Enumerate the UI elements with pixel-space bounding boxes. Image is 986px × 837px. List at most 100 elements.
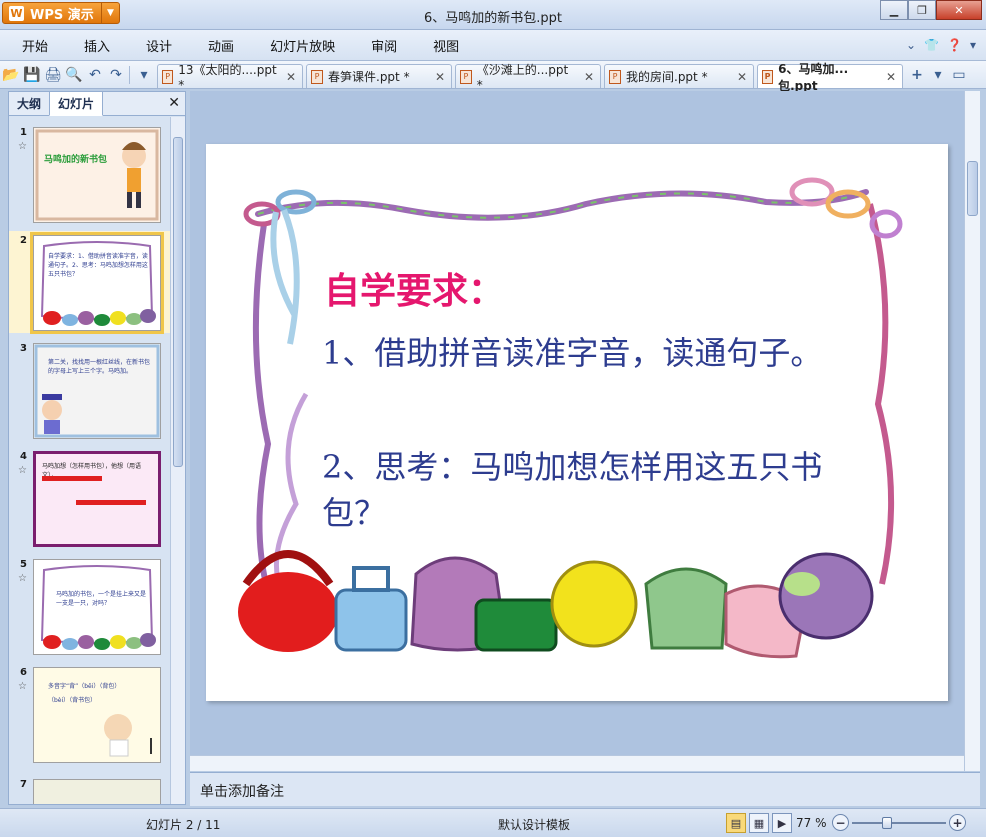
maximize-button[interactable]: ❐	[908, 0, 936, 20]
doc-tab-2[interactable]: P 春笋课件.ppt * ✕	[306, 64, 452, 88]
thumbnail-preview	[40, 241, 156, 326]
menu-insert[interactable]: 插入	[62, 36, 124, 55]
save-icon[interactable]: 💾	[22, 65, 42, 85]
undo-icon[interactable]: ↶	[85, 65, 105, 85]
open-folder-icon[interactable]: 📂	[1, 65, 21, 85]
animation-star-icon: ☆	[18, 465, 27, 476]
title-bar: W WPS 演示 ▼ 6、马鸣加的新书包.ppt ▁ ❐ ✕	[0, 0, 986, 30]
animation-star-icon: ☆	[18, 681, 27, 692]
slide-body-line-1[interactable]: 1、借助拼音读准字音，读通句子。	[322, 330, 842, 376]
close-button[interactable]: ✕	[936, 0, 982, 20]
chevron-down-icon[interactable]: ▾	[970, 38, 976, 52]
skin-icon[interactable]: 👕	[924, 38, 939, 52]
animation-star-icon: ☆	[18, 573, 27, 584]
zoom-out-button[interactable]: −	[832, 814, 849, 831]
thumbnail-text: 第二关，找找用一根红丝线，在新书包的字母上写上三个字。马鸣加。	[48, 359, 151, 375]
doc-tab-label: 我的房间.ppt *	[626, 70, 708, 84]
thumbnail-scrollbar[interactable]	[170, 117, 185, 804]
thumbnail-number: 6	[20, 667, 27, 678]
tab-layout-icon[interactable]: ▭	[949, 65, 969, 85]
slide-canvas[interactable]: 自学要求： 1、借助拼音读准字音，读通句子。 2、思考：马鸣加想怎样用这五只书包…	[206, 144, 948, 701]
slide-body-line-2[interactable]: 2、思考：马鸣加想怎样用这五只书包？	[322, 444, 842, 536]
toolbar-divider	[129, 65, 130, 84]
design-template-label[interactable]: 默认设计模板	[498, 816, 570, 833]
tab-list-icon[interactable]: ▾	[928, 65, 948, 85]
slide-thumbnail-3[interactable]: 3 第二关，找找用一根红丝线，在新书包的字母上写上三个字。马鸣加。	[9, 343, 171, 443]
normal-view-icon[interactable]: ▤	[726, 813, 746, 833]
doc-tab-1[interactable]: P 13《太阳的....ppt * ✕	[157, 63, 303, 92]
close-panel-icon[interactable]: ✕	[168, 95, 180, 111]
close-tab-icon[interactable]: ✕	[427, 70, 445, 84]
menu-review[interactable]: 审阅	[349, 36, 411, 55]
highlight-mark	[42, 476, 102, 481]
help-icon[interactable]: ❓	[947, 38, 962, 52]
slide-thumbnail-6[interactable]: 6 ☆ 多音字“背”（bēi）（背包）（bèi）（背书包）	[9, 667, 171, 767]
doc-tab-4[interactable]: P 我的房间.ppt * ✕	[604, 64, 754, 88]
thumbnail-number: 5	[20, 559, 27, 570]
menu-bar: 开始 插入 设计 动画 幻灯片放映 审阅 视图 ⌄ 👕 ❓ ▾	[0, 30, 986, 61]
minimize-button[interactable]: ▁	[880, 0, 908, 20]
slide-thumbnail-7[interactable]: 7	[9, 775, 171, 804]
slide-sorter-view-icon[interactable]: ▦	[749, 813, 769, 833]
close-tab-icon[interactable]: ✕	[278, 70, 296, 84]
ppt-file-icon: P	[762, 69, 774, 84]
new-tab-icon[interactable]: +	[907, 65, 927, 85]
thumbnail-number: 2	[20, 235, 27, 246]
thumbnail-number: 4	[20, 451, 27, 462]
zoom-in-button[interactable]: +	[949, 814, 966, 831]
doc-tab-3[interactable]: P 《沙滩上的...ppt * ✕	[455, 63, 601, 92]
zoom-slider-track[interactable]	[852, 822, 946, 824]
editor-vertical-scrollbar[interactable]	[964, 91, 980, 771]
thumbnail-preview	[35, 129, 159, 221]
scrollbar-thumb[interactable]	[173, 137, 183, 467]
redo-icon[interactable]: ↷	[106, 65, 126, 85]
slide-thumbnail-2[interactable]: 2 自学要求：1、借助拼音读准字音，读通句子。2、思考：马鸣加想怎样用这五只书包…	[9, 231, 171, 334]
animation-star-icon: ☆	[18, 141, 27, 152]
status-bar: 幻灯片 2 / 11 默认设计模板 ▤ ▦ ▶ 77 % − +	[0, 808, 986, 837]
close-tab-icon[interactable]: ✕	[878, 70, 896, 84]
notes-placeholder: 单击添加备注	[200, 784, 284, 800]
print-preview-icon[interactable]: 🔍	[64, 65, 84, 85]
close-tab-icon[interactable]: ✕	[729, 70, 747, 84]
thumbnail-text: 多音字“背”（bēi）（背包）（bèi）（背书包）	[48, 683, 118, 704]
slide-editor: 自学要求： 1、借助拼音读准字音，读通句子。 2、思考：马鸣加想怎样用这五只书包…	[190, 91, 980, 771]
zoom-level: 77 %	[796, 816, 827, 830]
window-title: 6、马鸣加的新书包.ppt	[423, 11, 562, 26]
editor-horizontal-scrollbar[interactable]	[190, 755, 964, 771]
highlight-mark	[76, 500, 146, 505]
slide-counter: 幻灯片 2 / 11	[146, 818, 221, 832]
slide-heading[interactable]: 自学要求：	[324, 262, 504, 314]
ppt-file-icon: P	[609, 69, 621, 84]
tab-slides[interactable]: 幻灯片	[49, 91, 104, 116]
customize-toolbar-icon[interactable]: ▾	[134, 65, 154, 85]
close-tab-icon[interactable]: ✕	[576, 70, 594, 84]
menu-home[interactable]: 开始	[0, 36, 62, 55]
menu-view[interactable]: 视图	[411, 36, 473, 55]
doc-tab-label: 6、马鸣加...包.ppt	[778, 61, 849, 93]
notes-pane[interactable]: 单击添加备注	[190, 772, 980, 806]
slideshow-view-icon[interactable]: ▶	[772, 813, 792, 833]
doc-tab-label: 13《太阳的....ppt *	[178, 63, 277, 92]
ppt-file-icon: P	[311, 69, 323, 84]
ppt-file-icon: P	[460, 69, 472, 84]
thumbnail-number: 7	[20, 779, 27, 790]
slide-thumbnail-1[interactable]: 1 ☆ 马鸣加的新书包	[9, 127, 171, 227]
thumbnail-text: 马鸣加的新书包	[44, 155, 108, 165]
tab-outline[interactable]: 大纲	[9, 92, 49, 115]
print-icon[interactable]: 🖨	[43, 65, 63, 85]
chevron-down-icon[interactable]: ⌄	[906, 38, 916, 52]
menu-slideshow[interactable]: 幻灯片放映	[248, 36, 349, 55]
doc-tab-label: 《沙滩上的...ppt *	[476, 63, 569, 92]
slide-thumbnail-4[interactable]: 4 ☆ 马鸣加想（怎样用书包），他想（用语文），……	[9, 451, 171, 551]
doc-tab-active[interactable]: P 6、马鸣加...包.ppt ✕	[757, 62, 903, 93]
scrollbar-thumb[interactable]	[967, 161, 978, 216]
thumbnail-number: 3	[20, 343, 27, 354]
menu-design[interactable]: 设计	[124, 36, 186, 55]
zoom-slider-handle[interactable]	[882, 817, 893, 829]
thumbnail-text: 马鸣加的书包，一个是挂上来又是一支是一只，对吗？	[56, 591, 147, 607]
quick-toolbar: 📂 💾 🖨 🔍 ↶ ↷ ▾ P 13《太阳的....ppt * ✕ P 春笋课件…	[0, 61, 986, 93]
ribbon-frame-decoration	[238, 177, 903, 659]
ppt-file-icon: P	[162, 69, 174, 84]
menu-animation[interactable]: 动画	[186, 36, 248, 55]
slide-thumbnail-5[interactable]: 5 ☆ 马鸣加的书包，一个是挂上来又是一支是一只，对吗？	[9, 559, 171, 659]
